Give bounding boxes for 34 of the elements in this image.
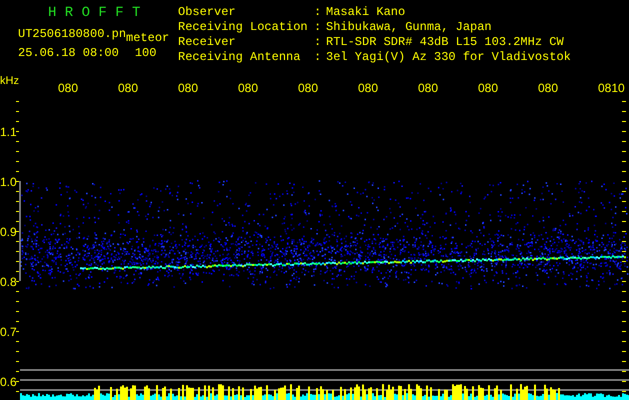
info-value: 3el Yagi(V) Az 330 for Vladivostok xyxy=(326,50,571,65)
time-tick-label: 080 xyxy=(358,81,378,95)
frequency-tick-label: 1.0 xyxy=(0,175,17,189)
file-name: UT2506180800.pn xyxy=(18,27,126,42)
info-value: RTL-SDR SDR# 43dB L15 103.2MHz CW xyxy=(326,35,564,50)
frequency-tick-label: 1.1 xyxy=(0,125,17,139)
time-tick-label: 080 xyxy=(58,81,78,95)
time-tick-label: 080 xyxy=(178,81,198,95)
app-title: H R O F F T xyxy=(47,5,140,22)
frequency-tick-label: 0.8 xyxy=(0,275,17,289)
time-tick-label: 0810 xyxy=(598,81,625,95)
frequency-tick-label: 0.6 xyxy=(0,375,17,389)
time-tick-label: 080 xyxy=(478,81,498,95)
count-value: 100 xyxy=(134,46,156,61)
axis-unit: kHz xyxy=(0,75,19,87)
separator: : xyxy=(314,20,322,35)
time-tick-label: 080 xyxy=(538,81,558,95)
info-label: Receiver xyxy=(178,35,237,50)
separator: : xyxy=(314,35,322,50)
separator: : xyxy=(314,5,322,20)
mode-label: meteor xyxy=(126,31,170,46)
time-tick-label: 080 xyxy=(418,81,438,95)
frequency-tick-label: 0.9 xyxy=(0,225,17,239)
date-time: 25.06.18 08:00 xyxy=(18,46,119,61)
separator: : xyxy=(314,50,322,65)
info-value: Shibukawa, Gunma, Japan xyxy=(326,20,492,35)
info-value: Masaki Kano xyxy=(326,5,406,20)
info-label: Observer xyxy=(178,5,237,20)
info-label: Receiving Antenna xyxy=(178,50,302,65)
frequency-tick-label: 0.7 xyxy=(0,325,17,339)
time-tick-label: 080 xyxy=(118,81,138,95)
time-tick-label: 080 xyxy=(238,81,258,95)
info-label: Receiving Location xyxy=(178,20,309,35)
time-tick-label: 080 xyxy=(298,81,318,95)
